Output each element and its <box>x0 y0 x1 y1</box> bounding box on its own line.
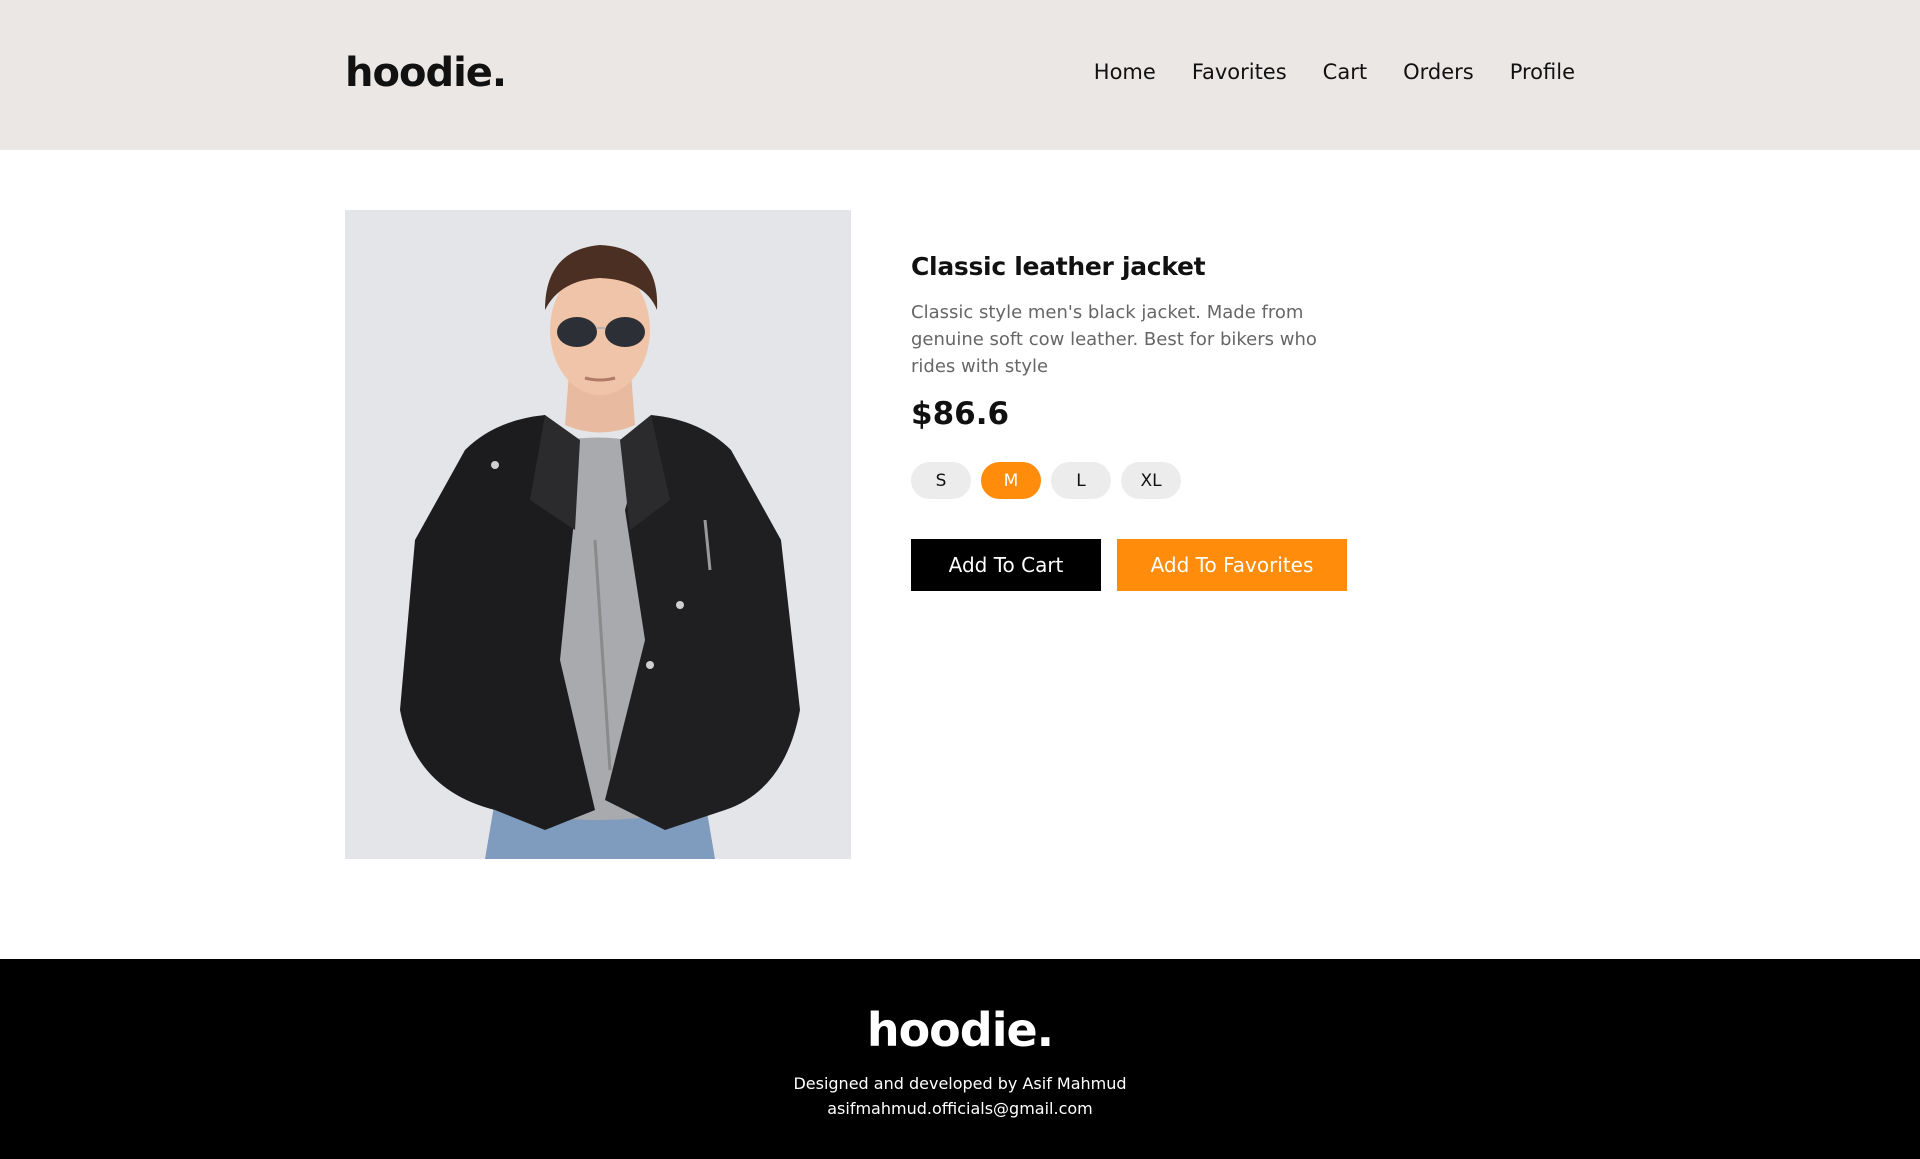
product-actions: Add To Cart Add To Favorites <box>911 539 1371 591</box>
size-selector: S M L XL <box>911 462 1371 499</box>
site-header: hoodie. Home Favorites Cart Orders Profi… <box>0 0 1920 150</box>
site-logo[interactable]: hoodie. <box>345 50 507 96</box>
add-to-favorites-button[interactable]: Add To Favorites <box>1117 539 1347 591</box>
nav-cart[interactable]: Cart <box>1323 60 1367 84</box>
nav-profile[interactable]: Profile <box>1510 60 1575 84</box>
size-xl-button[interactable]: XL <box>1121 462 1181 499</box>
site-footer: hoodie. Designed and developed by Asif M… <box>0 959 1920 1159</box>
nav-home[interactable]: Home <box>1094 60 1156 84</box>
footer-logo: hoodie. <box>866 1003 1054 1057</box>
product-title: Classic leather jacket <box>911 252 1206 281</box>
main-nav: Home Favorites Cart Orders Profile <box>1094 60 1575 84</box>
product-description: Classic style men's black jacket. Made f… <box>911 302 1317 377</box>
model-in-leather-jacket-illustration <box>345 210 851 859</box>
size-m-button[interactable]: M <box>981 462 1041 499</box>
add-to-cart-button[interactable]: Add To Cart <box>911 539 1101 591</box>
product-image <box>345 210 851 859</box>
product-price: $86.6 <box>911 396 1010 432</box>
size-l-button[interactable]: L <box>1051 462 1111 499</box>
footer-email: asifmahmud.officials@gmail.com <box>827 1099 1093 1118</box>
size-s-button[interactable]: S <box>911 462 971 499</box>
nav-favorites[interactable]: Favorites <box>1192 60 1287 84</box>
footer-credit: Designed and developed by Asif Mahmud <box>793 1074 1127 1093</box>
product-details: Classic leather jacket Classic style men… <box>911 252 1371 591</box>
nav-orders[interactable]: Orders <box>1403 60 1474 84</box>
